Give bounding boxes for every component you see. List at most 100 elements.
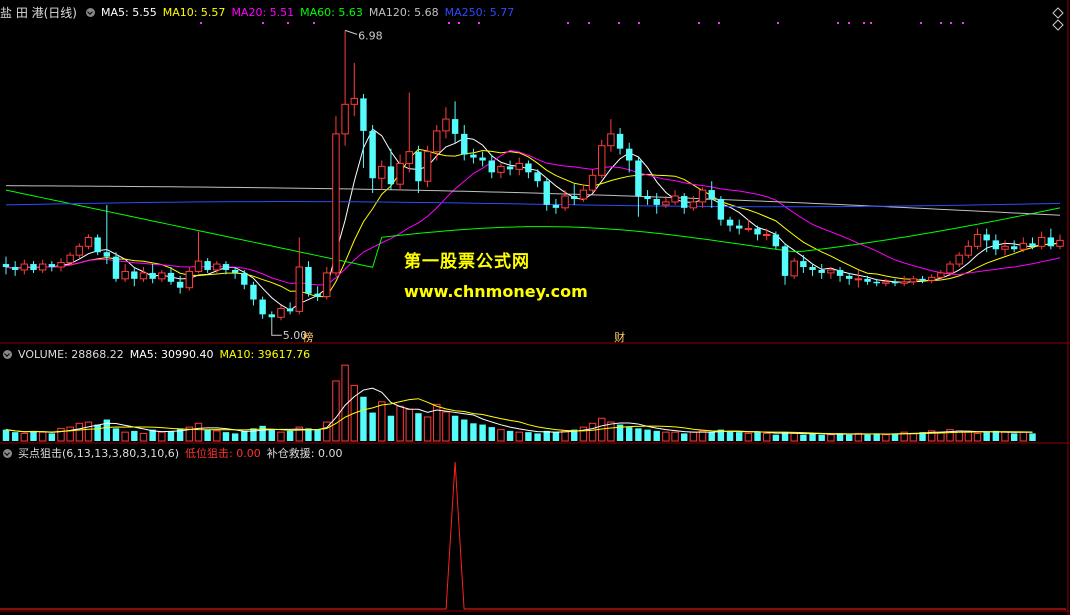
volume-bar (772, 434, 780, 441)
candle-body (139, 272, 148, 280)
volume-bar (222, 432, 230, 441)
indicator-plot (0, 461, 1066, 610)
candlestick (552, 198, 560, 214)
stock-chart[interactable]: 6.985.00榜财 (0, 0, 1070, 615)
volume-bar (139, 432, 148, 442)
signal-dot (638, 22, 640, 24)
volume-bar (506, 430, 514, 441)
volume-bar (864, 434, 871, 441)
volume-bar (809, 433, 816, 441)
volume-bar (845, 434, 853, 441)
volume-bar (2, 429, 10, 441)
candlestick (222, 261, 230, 275)
candle-body (277, 307, 285, 318)
candle-body (231, 269, 239, 273)
volume-bar (790, 432, 798, 442)
candle-body (222, 264, 230, 270)
candle-body (534, 172, 541, 182)
candle-body (423, 151, 432, 182)
candle-body (295, 266, 303, 312)
candle-body (726, 219, 734, 226)
candle-body (864, 278, 871, 282)
candlestick (671, 190, 679, 205)
candlestick (635, 157, 642, 217)
candle-body (350, 97, 358, 105)
candle-body (744, 228, 753, 231)
volume-bar (213, 430, 221, 442)
volume-bar (1010, 433, 1018, 441)
candle-body (644, 196, 651, 199)
candlestick (2, 256, 10, 275)
volume-bar (736, 432, 743, 441)
volume-bar (800, 434, 807, 441)
candle-body (149, 272, 156, 279)
high-pointer (344, 29, 358, 35)
volume-bar (1019, 431, 1028, 442)
signal-dot (588, 22, 590, 24)
candle-body (992, 240, 1000, 250)
volume-bar (909, 432, 918, 442)
volume-bar (552, 432, 560, 441)
volume-bars (2, 364, 1036, 442)
candle-body (698, 189, 707, 203)
candle-body (1019, 242, 1028, 250)
candle-body (900, 281, 908, 284)
candlestick (800, 255, 807, 273)
diamond-icon (1052, 19, 1064, 31)
ma250-line (5, 201, 1061, 208)
candle-body (405, 151, 413, 164)
candle-body (268, 314, 275, 318)
candlestick (423, 145, 432, 188)
candle-body (112, 256, 120, 279)
candle-body (1001, 245, 1009, 250)
candle-body (579, 189, 588, 200)
candle-body (241, 272, 248, 285)
candle-body (772, 234, 780, 247)
low-pointer (271, 323, 282, 336)
candlestick (470, 148, 477, 164)
candlestick (84, 234, 93, 250)
candlestick (818, 264, 825, 279)
candle-body (919, 278, 926, 281)
volume-bar (964, 431, 973, 442)
candle-body (57, 262, 65, 268)
volume-bar (396, 405, 404, 442)
signal-dot (478, 22, 480, 24)
candlestick (259, 296, 266, 319)
volume-bar (515, 431, 523, 442)
candle-body (882, 281, 890, 284)
candlestick (277, 305, 285, 321)
signal-dot (962, 22, 964, 24)
candle-body (909, 278, 918, 283)
candle-body (84, 236, 93, 247)
candle-body (94, 237, 101, 253)
candle-body (616, 133, 624, 149)
candle-body (571, 196, 578, 199)
volume-bar (204, 429, 211, 441)
candle-body (66, 254, 74, 264)
candle-body (185, 270, 194, 289)
candlesticks (2, 30, 1064, 324)
volume-bar (286, 430, 294, 441)
candlestick (506, 160, 514, 176)
candle-body (1029, 243, 1036, 247)
candle-body (314, 293, 321, 297)
candlestick (204, 258, 211, 273)
candle-body (671, 195, 679, 203)
candle-body (451, 119, 459, 134)
candle-body (927, 276, 936, 281)
candle-body (75, 245, 84, 256)
candle-body (360, 98, 367, 131)
candle-body (323, 272, 331, 298)
candlestick (415, 145, 422, 194)
signal-dot (950, 22, 952, 24)
signal-dot (618, 22, 620, 24)
candlestick (305, 261, 312, 297)
candlestick (781, 243, 789, 285)
watermark-url: www.chnmoney.com (404, 282, 588, 301)
candle-body (588, 174, 597, 191)
candle-body (717, 198, 725, 220)
volume-bar (726, 430, 734, 441)
candlestick (268, 311, 275, 324)
candle-body (946, 263, 954, 274)
